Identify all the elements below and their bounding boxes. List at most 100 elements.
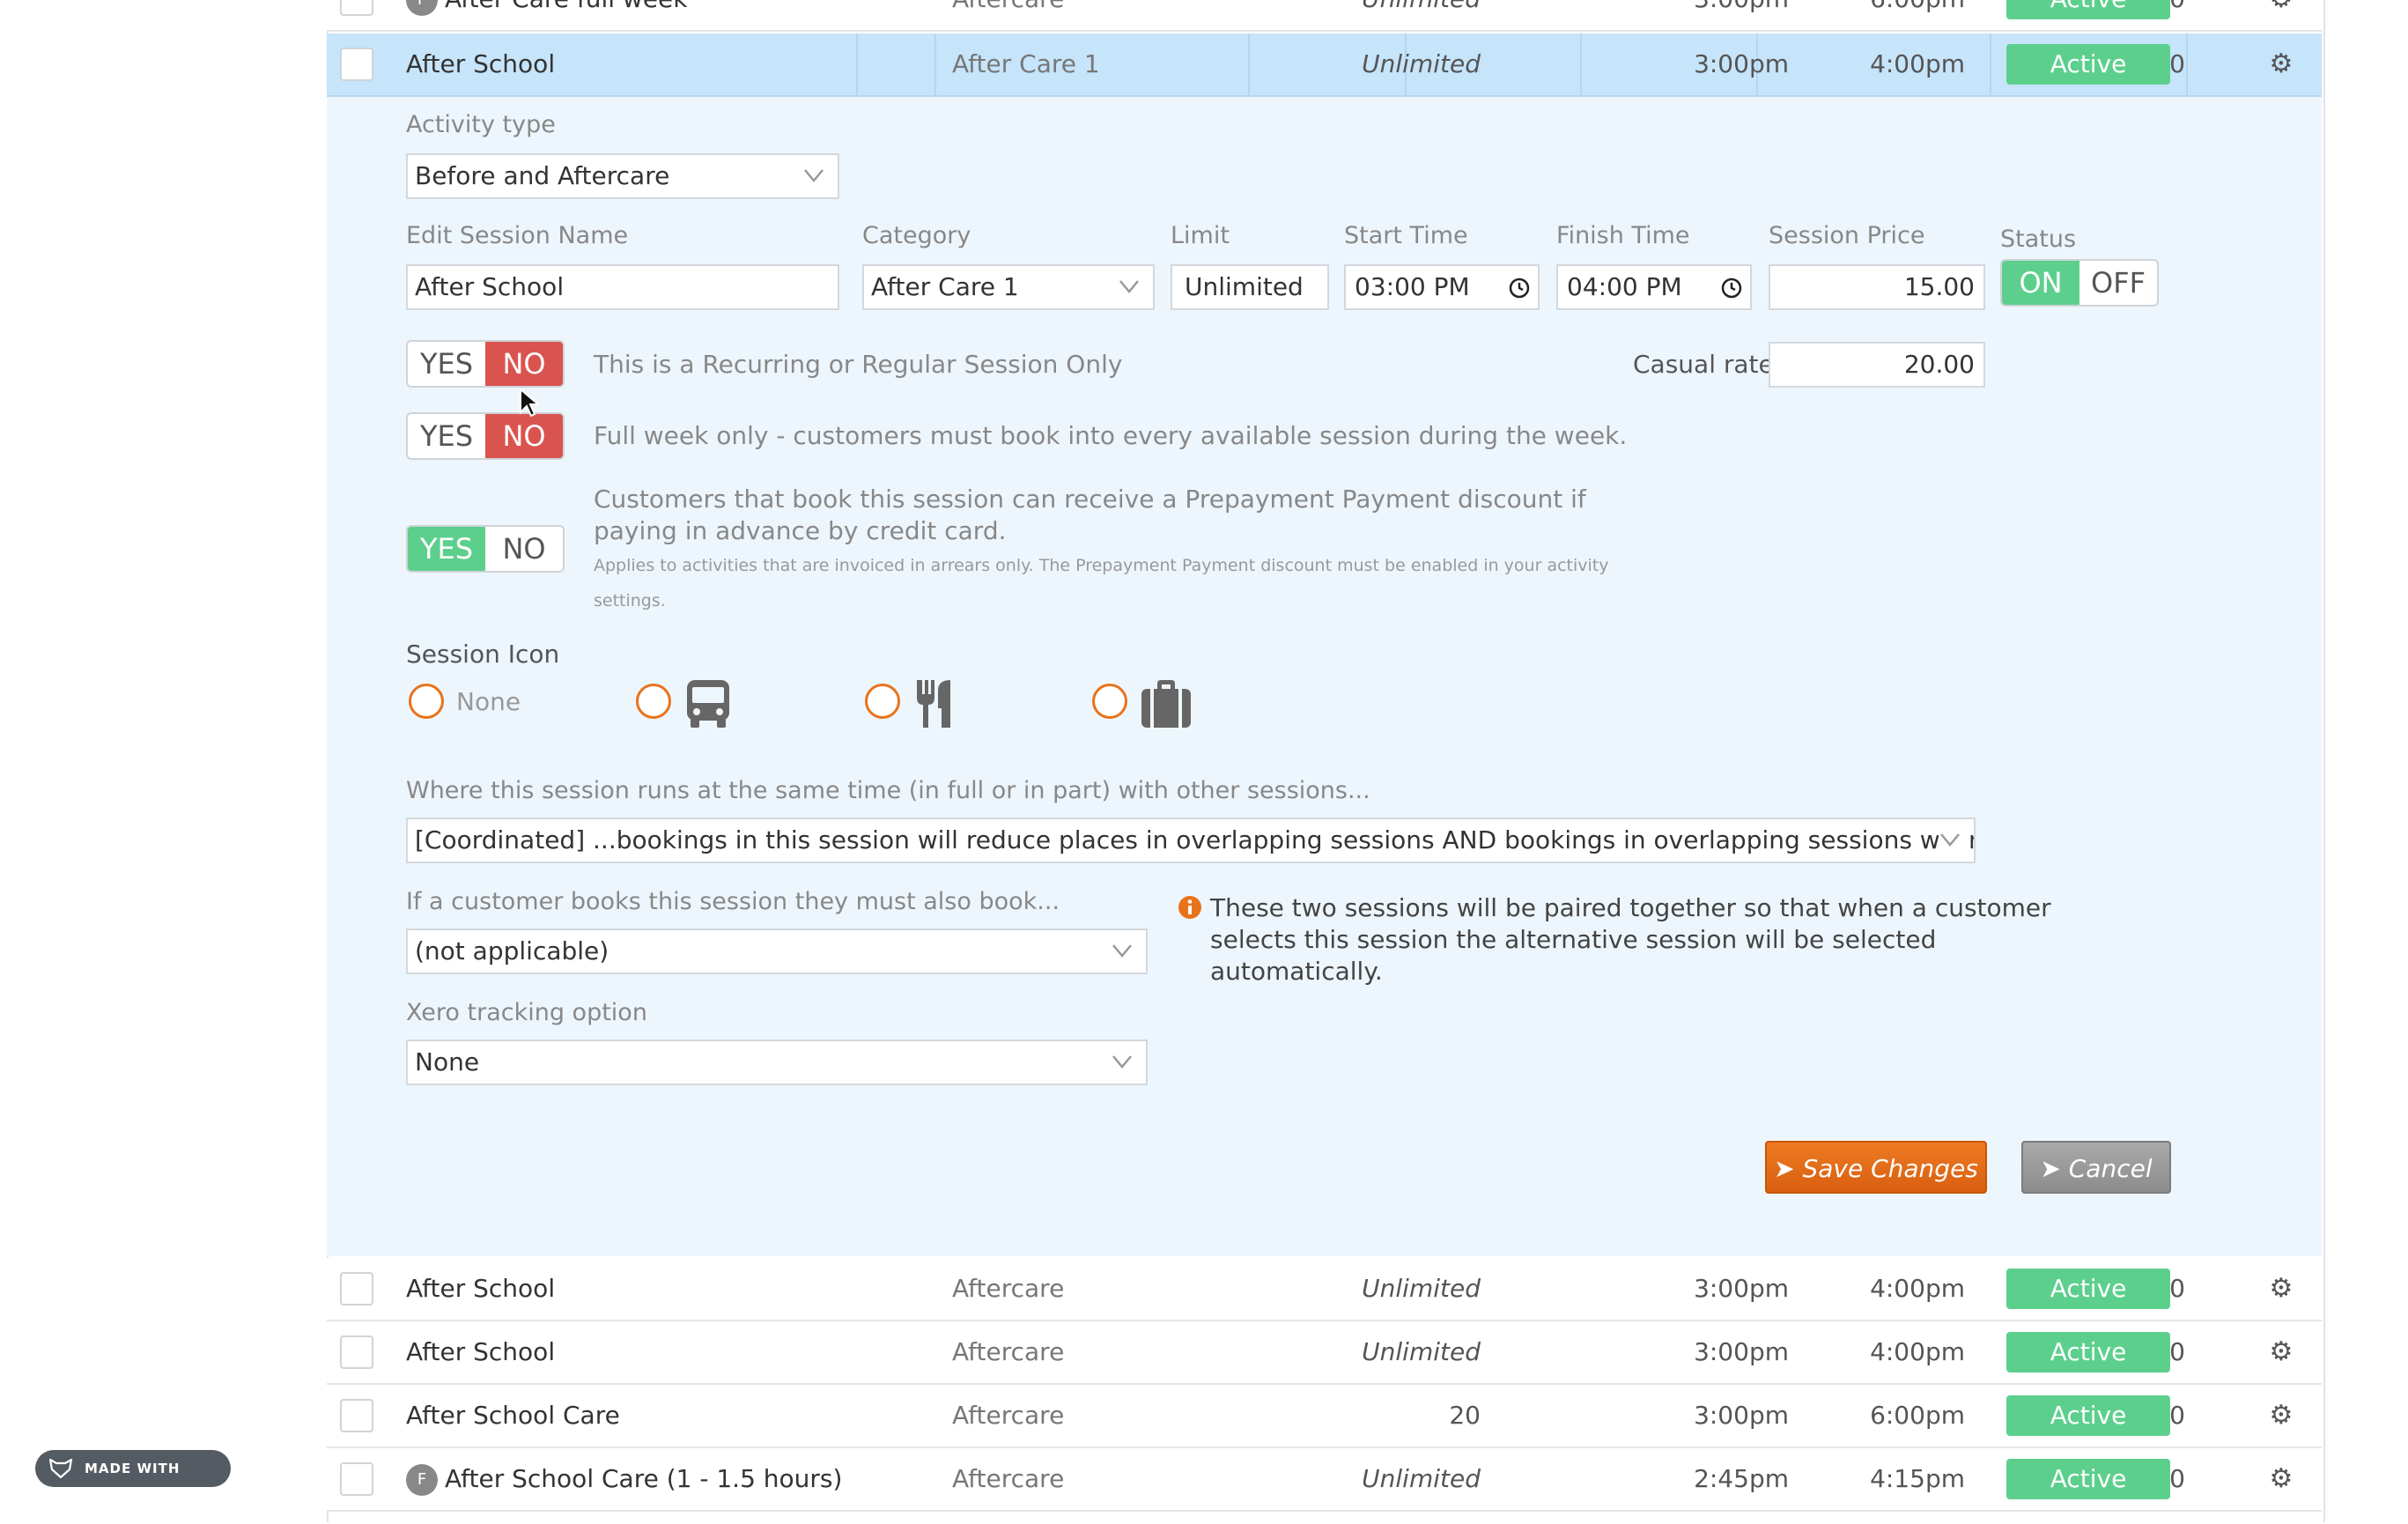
session-price-input[interactable]: 15.00 (1769, 264, 1985, 310)
fox-logo-icon (49, 1459, 72, 1478)
paired-info-line3: automatically. (1210, 957, 1383, 986)
session-name: F After School Care (1 - 1.5 hours) (406, 1448, 842, 1510)
session-name: After School (406, 49, 556, 78)
status-badge[interactable]: Active (2006, 44, 2170, 85)
status-badge[interactable]: Active (2006, 1269, 2170, 1309)
start-time-input[interactable]: 03:00 PM (1344, 264, 1540, 310)
table-row[interactable]: After School Aftercare Unlimited 3:00pm … (327, 1258, 2322, 1321)
cancel-button[interactable]: ➤ Cancel (2021, 1141, 2171, 1194)
recurring-no-option[interactable]: NO (485, 342, 563, 386)
info-icon (1178, 896, 1201, 919)
status-toggle[interactable]: ON OFF (2000, 259, 2159, 307)
start-time-label: Start Time (1344, 222, 1468, 249)
edit-session-panel: Activity type Before and Aftercare Edit … (327, 97, 2322, 1256)
limit-input[interactable]: Unlimited (1171, 264, 1329, 310)
casual-rate-label: Casual rate: (1633, 350, 1783, 379)
chevron-down-icon (1112, 944, 1132, 958)
full-week-badge: F (406, 0, 438, 16)
recurring-yes-option[interactable]: YES (408, 342, 485, 386)
row-checkbox[interactable] (340, 0, 373, 16)
column-divider (1248, 33, 1250, 95)
prepayment-description-line2: paying in advance by credit card. (594, 516, 1007, 545)
must-book-select[interactable]: (not applicable) (406, 928, 1148, 974)
finish-time-input[interactable]: 04:00 PM (1556, 264, 1752, 310)
status-badge[interactable]: Active (2006, 1332, 2170, 1372)
table-row-selected[interactable]: After School After Care 1 Unlimited 3:00… (327, 33, 2322, 97)
status-badge[interactable]: Active (2006, 1459, 2170, 1499)
session-category: After Care 1 (952, 49, 1100, 78)
chevron-down-icon (1119, 280, 1139, 293)
clock-icon[interactable] (1720, 277, 1743, 300)
must-book-label: If a customer books this session they mu… (406, 888, 1060, 915)
column-divider (934, 33, 936, 95)
gear-icon[interactable]: ⚙ (2265, 48, 2297, 80)
arrow-right-icon: ➤ (1774, 1154, 1803, 1183)
row-checkbox[interactable] (340, 1335, 373, 1369)
session-price-label: Session Price (1769, 222, 1925, 249)
recurring-description: This is a Recurring or Regular Session O… (594, 350, 1123, 379)
session-name: After School (406, 1337, 556, 1366)
session-category: Aftercare (952, 1401, 1065, 1430)
activity-type-select[interactable]: Before and Aftercare (406, 153, 839, 199)
status-label: Status (2000, 226, 2077, 253)
prepayment-note-line1: Applies to activities that are invoiced … (594, 556, 1609, 575)
prepayment-no-option[interactable]: NO (485, 527, 563, 571)
full-week-no-option[interactable]: NO (485, 414, 563, 458)
finish-time-label: Finish Time (1556, 222, 1690, 249)
category-label: Category (862, 222, 971, 249)
icon-bus-radio[interactable] (636, 684, 671, 719)
gifox-watermark: MADE WITH GIFOX (35, 1450, 231, 1513)
chevron-down-icon (1939, 828, 1961, 851)
overlap-select[interactable]: [Coordinated] ...bookings in this sessio… (406, 817, 1976, 863)
row-checkbox[interactable] (340, 1462, 373, 1496)
paired-info-line2: selects this session the alternative ses… (1210, 925, 1937, 954)
full-week-yes-option[interactable]: YES (408, 414, 485, 458)
recurring-toggle[interactable]: YES NO (406, 340, 565, 388)
status-on-option[interactable]: ON (2002, 261, 2079, 305)
briefcase-icon (1141, 680, 1191, 728)
column-divider (856, 33, 858, 95)
gear-icon[interactable]: ⚙ (2265, 0, 2297, 15)
gear-icon[interactable]: ⚙ (2265, 1336, 2297, 1368)
prepayment-yes-option[interactable]: YES (408, 527, 485, 571)
icon-briefcase-radio[interactable] (1092, 684, 1127, 719)
status-off-option[interactable]: OFF (2079, 261, 2157, 305)
table-row[interactable]: FAfter Care full week Aftercare Unlimite… (327, 0, 2322, 32)
xero-tracking-select[interactable]: None (406, 1039, 1148, 1085)
limit-label: Limit (1171, 222, 1230, 249)
overlap-label: Where this session runs at the same time… (406, 777, 1370, 804)
full-week-badge: F (406, 1464, 438, 1496)
status-badge[interactable]: Active (2006, 1395, 2170, 1436)
icon-none-radio[interactable] (409, 684, 444, 719)
paired-info-line1: These two sessions will be paired togeth… (1210, 893, 2051, 922)
gear-icon[interactable]: ⚙ (2265, 1463, 2297, 1495)
session-category: Aftercare (952, 1274, 1065, 1303)
session-category: Aftercare (952, 0, 1064, 30)
session-name-label: Edit Session Name (406, 222, 629, 249)
row-checkbox[interactable] (340, 48, 373, 81)
session-name-input[interactable]: After School (406, 264, 839, 310)
session-name: After School Care (406, 1401, 620, 1430)
prepayment-note-line2: settings. (594, 591, 666, 610)
row-checkbox[interactable] (340, 1272, 373, 1306)
gear-icon[interactable]: ⚙ (2265, 1273, 2297, 1305)
activity-type-label: Activity type (406, 111, 556, 138)
gear-icon[interactable]: ⚙ (2265, 1400, 2297, 1432)
row-checkbox[interactable] (340, 1399, 373, 1432)
clock-icon[interactable] (1508, 277, 1531, 300)
casual-rate-input[interactable]: 20.00 (1769, 342, 1985, 388)
mouse-cursor-icon (520, 388, 541, 418)
session-category: Aftercare (952, 1464, 1065, 1493)
status-badge[interactable]: Active (2006, 0, 2170, 19)
column-divider (2186, 33, 2188, 95)
table-row[interactable]: F After School Care (1 - 1.5 hours) After… (327, 1448, 2322, 1512)
icon-cutlery-radio[interactable] (865, 684, 900, 719)
full-week-toggle[interactable]: YES NO (406, 412, 565, 460)
prepayment-toggle[interactable]: YES NO (406, 525, 565, 573)
table-row[interactable]: After School Care Aftercare 20 3:00pm 6:… (327, 1385, 2322, 1448)
table-row[interactable]: After School Aftercare Unlimited 3:00pm … (327, 1321, 2322, 1385)
category-select[interactable]: After Care 1 (862, 264, 1155, 310)
bus-icon (687, 680, 729, 728)
save-changes-button[interactable]: ➤ Save Changes (1765, 1141, 1987, 1194)
prepayment-description-line1: Customers that book this session can rec… (594, 485, 1586, 514)
